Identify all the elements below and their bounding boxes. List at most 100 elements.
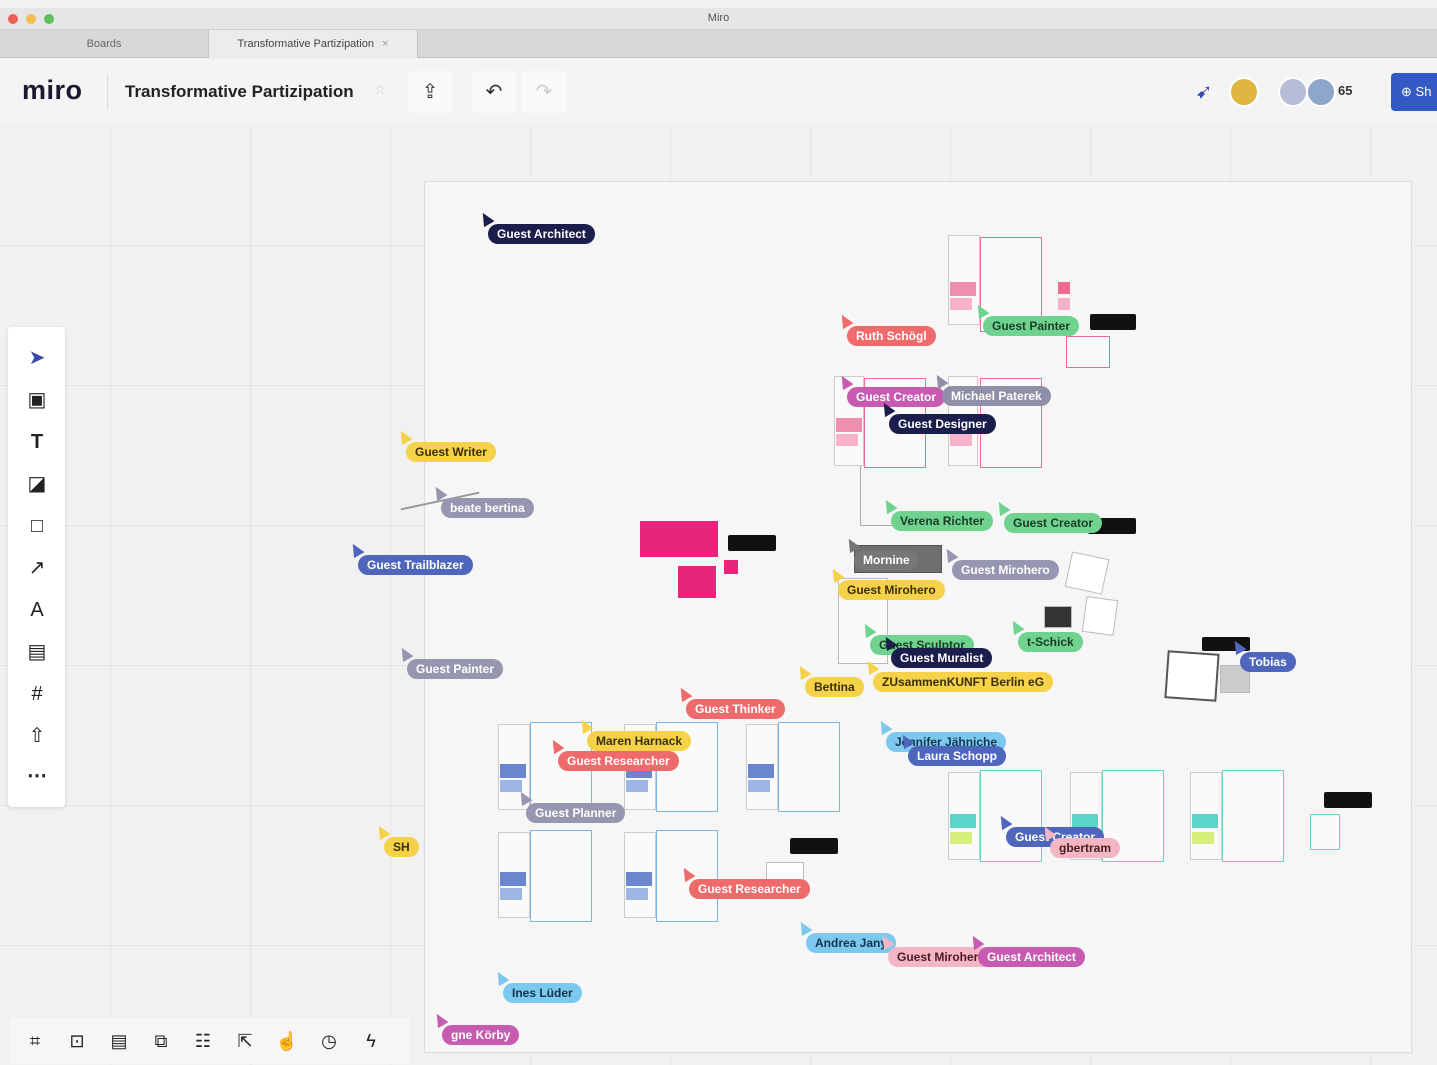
collaborator-name-label[interactable]: Guest Researcher bbox=[689, 879, 810, 899]
sticky-note[interactable] bbox=[1058, 298, 1070, 310]
paper-sheet[interactable] bbox=[1164, 650, 1220, 702]
star-icon[interactable]: ☆ bbox=[374, 81, 387, 98]
template-icon[interactable]: ▣ bbox=[24, 387, 50, 413]
paper-sheet[interactable] bbox=[1064, 551, 1110, 595]
collaborator-name-label[interactable]: Guest Writer bbox=[406, 442, 496, 462]
comment-box[interactable] bbox=[1090, 314, 1136, 330]
upload-icon[interactable]: ⇧ bbox=[24, 723, 50, 749]
worksheet-card[interactable] bbox=[1222, 770, 1284, 862]
collaborator-name-label[interactable]: t-Schick bbox=[1018, 632, 1083, 652]
board-title[interactable]: Transformative Partizipation bbox=[125, 82, 354, 102]
sticky-note[interactable] bbox=[950, 832, 972, 844]
collaborator-name-label[interactable]: Guest Mirohero bbox=[952, 560, 1059, 580]
collaborator-name-label[interactable]: Bettina bbox=[805, 677, 864, 697]
comment-icon[interactable]: ▤ bbox=[24, 639, 50, 665]
tab-board[interactable]: Transformative Partizipation × bbox=[208, 30, 418, 58]
collaborator-name-label[interactable]: Guest Mirohero bbox=[838, 580, 945, 600]
sticky-note[interactable] bbox=[626, 888, 648, 900]
avatar[interactable] bbox=[1278, 77, 1308, 107]
paper-sheet[interactable] bbox=[1081, 595, 1119, 637]
image-block[interactable] bbox=[1044, 606, 1072, 628]
collaborator-name-label[interactable]: Tobias bbox=[1240, 652, 1296, 672]
present-icon[interactable]: ⊡ bbox=[64, 1028, 90, 1054]
collaborator-name-label[interactable]: Guest Architect bbox=[488, 224, 595, 244]
comment-box[interactable] bbox=[728, 535, 776, 551]
sticky-note[interactable] bbox=[950, 814, 976, 828]
sticky-note[interactable] bbox=[836, 434, 858, 446]
worksheet-card[interactable] bbox=[980, 770, 1042, 862]
more-icon[interactable]: ⋯ bbox=[24, 763, 50, 789]
collaborator-name-label[interactable]: gne Körby bbox=[442, 1025, 520, 1045]
collaborator-name-label[interactable]: Maren Harnack bbox=[587, 731, 692, 751]
worksheet-card[interactable] bbox=[1310, 814, 1340, 850]
collaborator-name-label[interactable]: Guest Painter bbox=[407, 659, 504, 679]
collaborator-name-label[interactable]: Guest Trailblazer bbox=[358, 555, 473, 575]
avatar[interactable] bbox=[1229, 77, 1259, 107]
sticky-note[interactable] bbox=[724, 560, 738, 574]
frame-icon[interactable]: # bbox=[24, 681, 50, 707]
sticky-note[interactable] bbox=[950, 434, 972, 446]
collaborator-name-label[interactable]: Guest Designer bbox=[889, 414, 996, 434]
comment-box[interactable] bbox=[1324, 792, 1372, 808]
connector-line[interactable] bbox=[860, 466, 861, 526]
sticky-note-icon[interactable]: ◪ bbox=[24, 471, 50, 497]
sticky-note[interactable] bbox=[1192, 832, 1214, 844]
collaborator-name-label[interactable]: Guest Painter bbox=[983, 316, 1080, 336]
timer-icon[interactable]: ◷ bbox=[316, 1028, 342, 1054]
share-button[interactable]: ⊕ Sh bbox=[1391, 73, 1437, 111]
comments-icon[interactable]: ▤ bbox=[106, 1028, 132, 1054]
sticky-note[interactable] bbox=[950, 282, 976, 296]
collaborator-name-label[interactable]: SH bbox=[384, 837, 419, 857]
board-frame[interactable] bbox=[424, 181, 1412, 1053]
tab-close-icon[interactable]: × bbox=[382, 38, 388, 50]
square-icon[interactable]: □ bbox=[24, 513, 50, 539]
screenshare-icon[interactable]: ⇱ bbox=[232, 1028, 258, 1054]
collaborator-name-label[interactable]: Michael Paterek bbox=[942, 386, 1051, 406]
participant-count[interactable]: 65 bbox=[1338, 83, 1352, 98]
sticky-note[interactable] bbox=[1058, 282, 1070, 294]
collaborator-name-label[interactable]: Guest Thinker bbox=[686, 699, 785, 719]
sticky-note[interactable] bbox=[748, 780, 770, 792]
sticky-note[interactable] bbox=[500, 888, 522, 900]
collaborator-name-label[interactable]: Ruth Schögl bbox=[847, 326, 936, 346]
collaborator-name-label[interactable]: Guest Creator bbox=[1004, 513, 1103, 533]
undo-button[interactable]: ↶ bbox=[472, 71, 516, 113]
collaborator-name-label[interactable]: Mornine bbox=[854, 550, 919, 570]
chat-icon[interactable]: ⧉ bbox=[148, 1028, 174, 1054]
sticky-note[interactable] bbox=[500, 780, 522, 792]
collaborator-name-label[interactable]: Ines Lüder bbox=[503, 983, 582, 1003]
sticky-note[interactable] bbox=[678, 566, 716, 598]
sticky-note[interactable] bbox=[950, 298, 972, 310]
sticky-note[interactable] bbox=[626, 872, 652, 886]
collaborator-name-label[interactable]: gbertram bbox=[1050, 838, 1121, 858]
pen-icon[interactable]: A bbox=[24, 597, 50, 623]
export-button[interactable]: ⇪ bbox=[408, 71, 452, 113]
collaborator-name-label[interactable]: beate bertina bbox=[441, 498, 534, 518]
collaborator-name-label[interactable]: Guest Creator bbox=[847, 387, 946, 407]
worksheet-card[interactable] bbox=[778, 722, 840, 812]
sticky-note[interactable] bbox=[1192, 814, 1218, 828]
sticky-note[interactable] bbox=[500, 872, 526, 886]
text-icon[interactable]: T bbox=[24, 429, 50, 455]
sticky-note[interactable] bbox=[748, 764, 774, 778]
miro-logo[interactable]: miro bbox=[22, 75, 83, 106]
tab-boards[interactable]: Boards bbox=[0, 30, 208, 58]
collaborator-name-label[interactable]: Laura Schopp bbox=[908, 746, 1007, 766]
collaborator-cursors-button[interactable]: ➹ bbox=[1186, 75, 1222, 109]
redo-button[interactable]: ↷ bbox=[522, 71, 566, 113]
frames-icon[interactable]: ⌗ bbox=[22, 1028, 48, 1054]
worksheet-card[interactable] bbox=[1066, 336, 1110, 368]
sticky-note[interactable] bbox=[640, 521, 718, 557]
collaborator-name-label[interactable]: ZUsammenKUNFT Berlin eG bbox=[873, 672, 1054, 692]
comment-box[interactable] bbox=[790, 838, 838, 854]
collaborator-name-label[interactable]: Verena Richter bbox=[891, 511, 994, 531]
collaborator-name-label[interactable]: Guest Architect bbox=[978, 947, 1085, 967]
thumbs-up-icon[interactable]: ☝ bbox=[274, 1028, 300, 1054]
sticky-note[interactable] bbox=[836, 418, 862, 432]
avatar[interactable] bbox=[1306, 77, 1336, 107]
collaborator-name-label[interactable]: Guest Muralist bbox=[891, 648, 993, 668]
cursor-arrow-icon[interactable]: ➤ bbox=[24, 345, 50, 371]
sticky-note[interactable] bbox=[626, 780, 648, 792]
bolt-icon[interactable]: ϟ bbox=[358, 1028, 384, 1054]
worksheet-card[interactable] bbox=[530, 830, 592, 922]
